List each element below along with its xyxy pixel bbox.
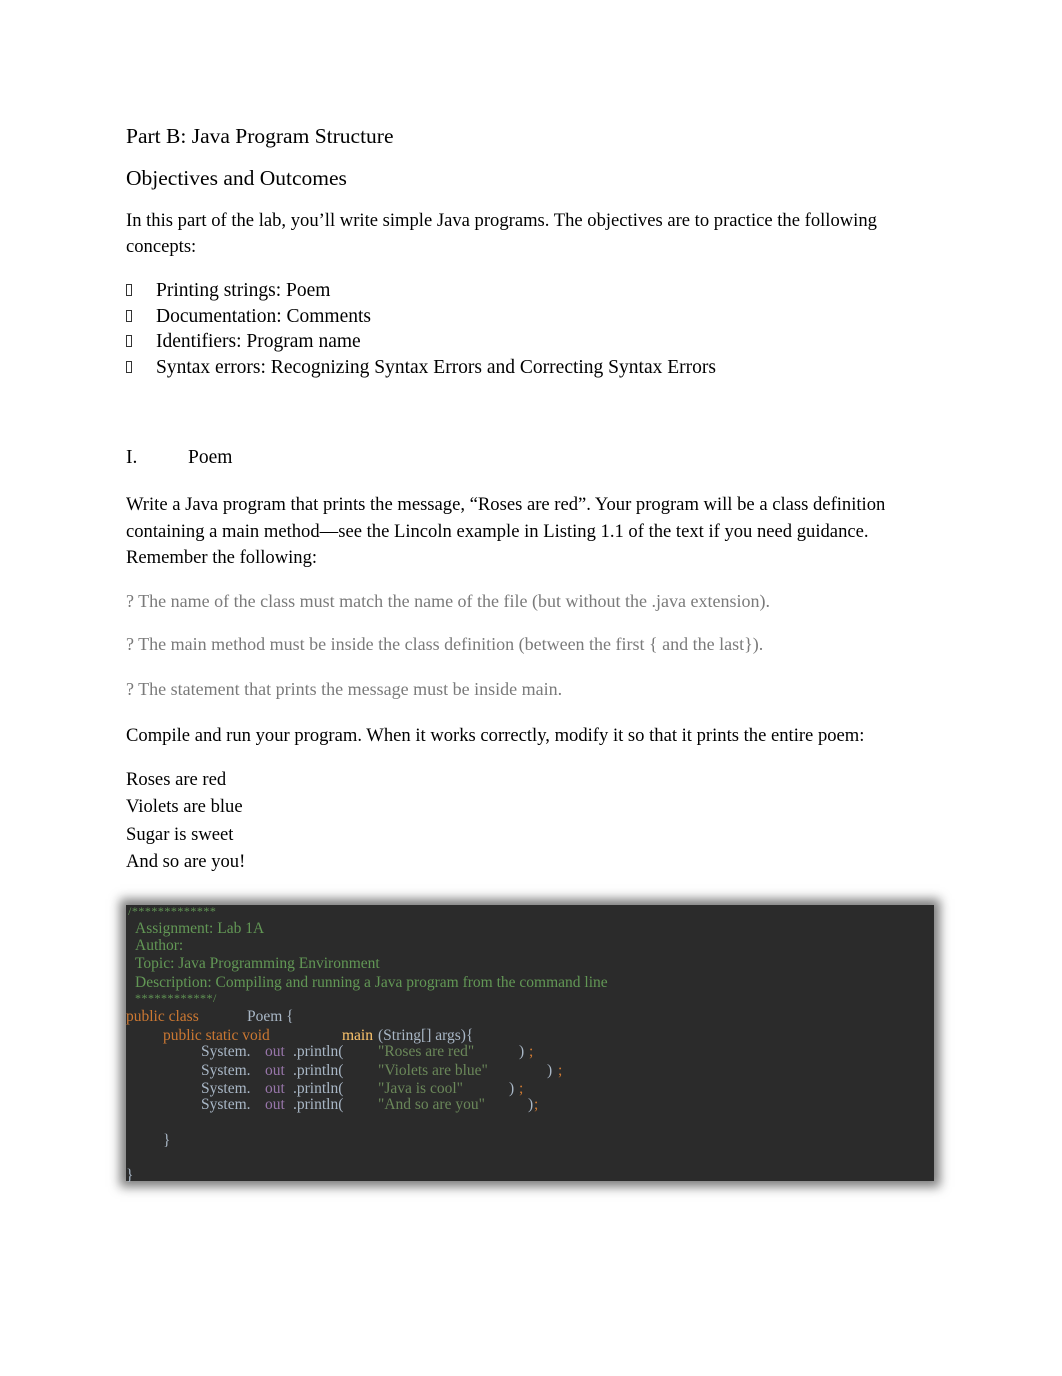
code-token-system: System. [201,1080,251,1097]
instructions-paragraph: Write a Java program that prints the mes… [126,494,886,568]
class-name: Poem { [247,1008,294,1025]
objective-text: Identifiers: Program name [156,331,361,353]
code-token-paren: ) [509,1080,515,1097]
intro-paragraph: In this part of the lab, you’ll write si… [126,210,877,257]
code-token-semicolon: ; [534,1096,539,1113]
code-token-paren: ) [519,1043,525,1060]
reminder-item: ? The name of the class must match the n… [126,591,770,611]
section-name: Poem [188,447,233,468]
code-token-out: out [265,1043,285,1060]
code-string-literal: "Roses are red" [378,1043,475,1060]
section-heading-objectives: Objectives and Outcomes [126,166,347,190]
comment-line: Assignment: Lab 1A [135,920,265,937]
code-token-paren: ) [528,1096,534,1113]
comment-line: Author: [135,937,184,954]
poem-line: Roses are red [126,769,227,790]
code-token-semicolon: ; [529,1043,534,1060]
class-close-brace: } [126,1167,134,1184]
poem-line: And so are you! [126,851,246,873]
code-string-literal: "Java is cool" [378,1080,463,1097]
comment-open: /************* [128,904,217,918]
comment-line: Topic: Java Programming Environment [135,955,380,972]
objective-text: Printing strings: Poem [156,280,331,301]
objective-text: Syntax errors: Recognizing Syntax Errors… [156,357,716,379]
bullet-icon [126,361,132,374]
code-token-println: .println( [293,1043,344,1060]
document-title: Part B: Java Program Structure [126,124,394,148]
method-keywords: public static void [163,1027,270,1044]
reminder-item: ? The statement that prints the message … [126,679,563,699]
poem-line: Violets are blue [126,796,243,818]
compile-paragraph: Compile and run your program. When it wo… [126,725,865,746]
method-params: (String[] args){ [378,1027,474,1044]
code-token-semicolon: ; [558,1062,563,1079]
reminder-item: ? The main method must be inside the cla… [126,634,764,654]
poem-block: Roses are red Violets are blue Sugar is … [126,766,245,876]
comment-line: Description: Compiling and running a Jav… [135,974,608,991]
code-token-println: .println( [293,1096,344,1113]
section-number: I. [126,447,138,468]
code-string-literal: "And so are you" [378,1096,485,1113]
code-token-system: System. [201,1043,251,1060]
comment-close: ************/ [135,991,217,1005]
code-token-println: .println( [293,1062,344,1079]
code-token-out: out [265,1080,285,1097]
code-snippet-image: /************* Assignment: Lab 1A Author… [126,904,934,1184]
class-keywords: public class [126,1008,199,1025]
code-string-literal: "Violets are blue" [378,1062,488,1079]
objective-text: Documentation: Comments [156,305,372,327]
code-token-paren: ) [547,1062,553,1079]
code-token-println: .println( [293,1080,344,1097]
code-token-out: out [265,1096,285,1113]
code-token-semicolon: ; [519,1080,524,1097]
code-token-system: System. [201,1096,251,1113]
code-token-out: out [265,1062,285,1079]
poem-line: Sugar is sweet [126,823,234,845]
method-close-brace: } [163,1132,171,1149]
code-token-system: System. [201,1062,251,1079]
code-block: /************* Assignment: Lab 1A Author… [126,904,934,1184]
bullet-icon [126,284,132,296]
bullet-icon [126,309,132,322]
bullet-icon [126,335,132,348]
method-name: main [342,1027,373,1044]
